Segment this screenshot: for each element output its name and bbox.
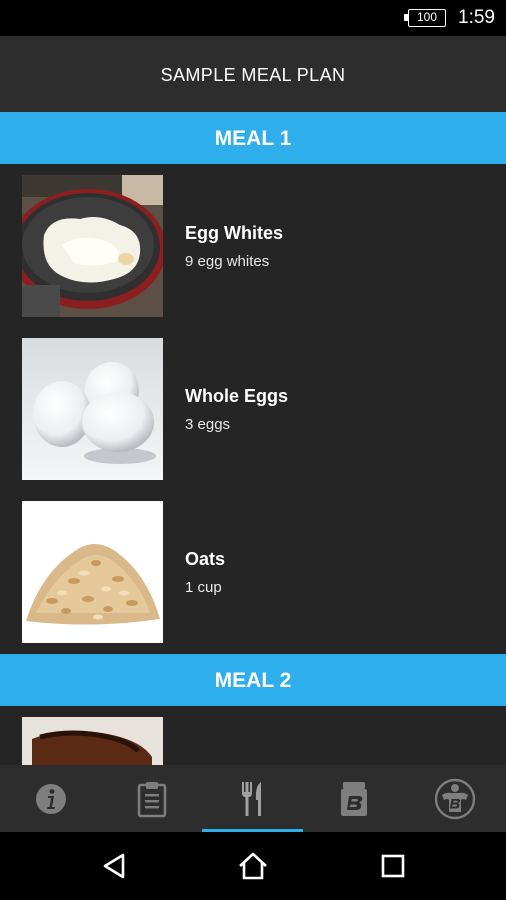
clipboard-icon [137,781,166,817]
supplement-jar-icon [340,781,367,816]
whole-eggs-image [22,338,163,480]
home-icon [239,852,267,880]
info-icon [35,783,66,814]
battery-level: 100 [416,10,438,24]
food-item-oats[interactable]: Oats 1 cup [0,501,506,643]
bottom-nav [0,765,506,832]
bodybuilder-icon [434,778,475,819]
nav-profile[interactable] [404,765,505,832]
nav-supplements[interactable] [303,765,404,832]
nav-meal-plan[interactable] [202,765,303,832]
home-button[interactable] [235,848,271,884]
android-nav-bar [0,832,506,900]
meat-image [22,717,163,765]
meal-items [0,706,506,765]
food-quantity: 1 cup [185,579,222,596]
food-name: Whole Eggs [185,386,288,406]
page-title: SAMPLE MEAL PLAN [160,65,346,85]
meal-plan-list[interactable]: MEAL 1 Egg Whites 9 egg whites Whole Egg… [0,112,506,765]
status-bar: 100 1:59 [0,0,506,36]
food-name: Egg Whites [185,223,283,243]
food-item-whole-eggs[interactable]: Whole Eggs 3 eggs [0,338,506,480]
app-header: SAMPLE MEAL PLAN [0,36,506,112]
recents-square-icon [381,854,405,878]
meal-header: MEAL 2 [0,654,506,706]
recents-button[interactable] [375,848,411,884]
battery-icon: 100 [404,9,446,27]
nav-clipboard[interactable] [101,765,202,832]
meal-header: MEAL 1 [0,112,506,164]
oats-image [22,501,163,643]
food-item-meal2[interactable] [0,717,506,765]
food-item-egg-whites[interactable]: Egg Whites 9 egg whites [0,175,506,317]
food-name: Oats [185,549,226,569]
nav-info[interactable] [0,765,101,832]
food-quantity: 9 egg whites [185,253,270,270]
fork-knife-icon [241,781,261,816]
egg-whites-image [22,175,163,317]
back-triangle-icon [103,853,125,879]
food-quantity: 3 eggs [185,416,231,433]
back-button[interactable] [96,848,132,884]
status-time: 1:59 [458,7,495,28]
meal-items: Egg Whites 9 egg whites Whole Eggs 3 egg… [0,164,506,654]
